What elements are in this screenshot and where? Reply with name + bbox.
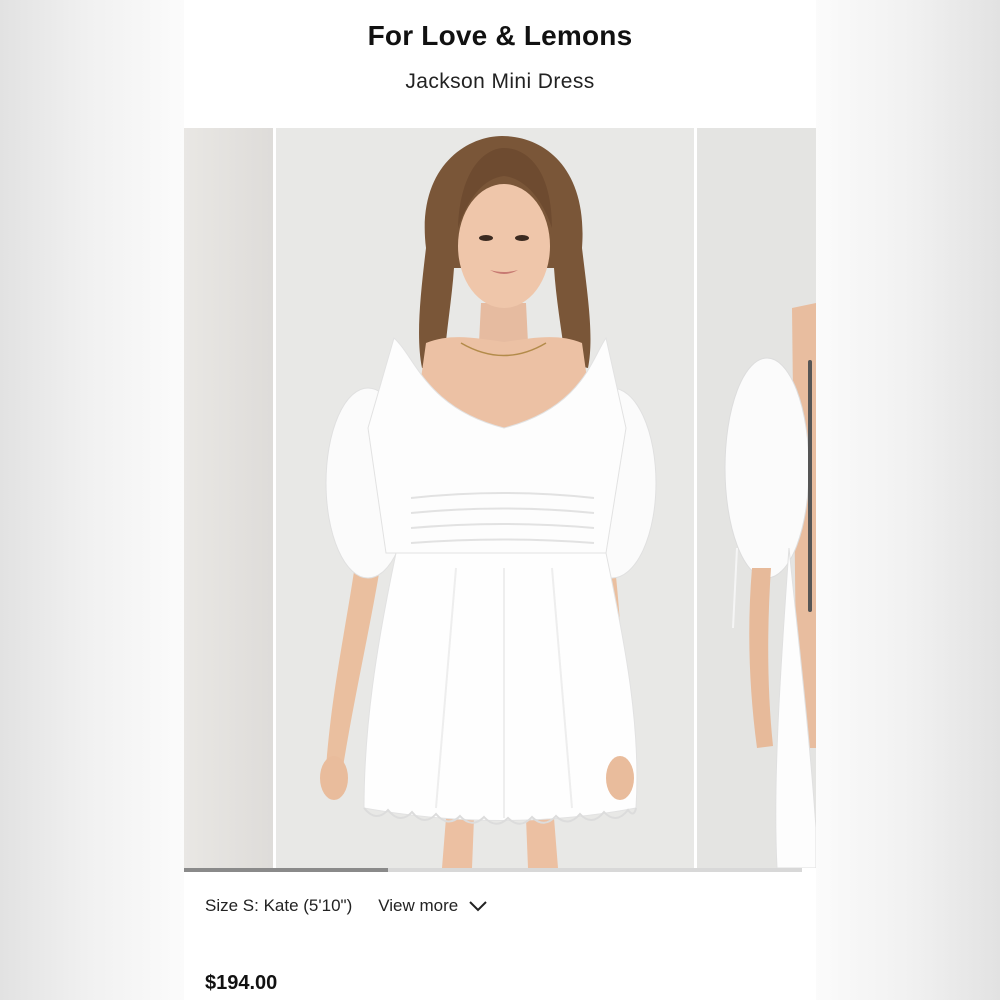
carousel-progress-fill bbox=[184, 868, 388, 872]
carousel-progress bbox=[184, 868, 802, 872]
product-title: Jackson Mini Dress bbox=[405, 70, 595, 93]
scroll-indicator[interactable] bbox=[808, 360, 812, 612]
page: For Love & Lemons Jackson Mini Dress Siz… bbox=[0, 0, 1000, 1000]
view-more-button[interactable]: View more bbox=[378, 896, 488, 916]
product-price: $194.00 bbox=[205, 972, 278, 994]
carousel-slide-active[interactable] bbox=[276, 128, 694, 868]
brand-name[interactable]: For Love & Lemons bbox=[184, 20, 816, 52]
product-photo-previous bbox=[184, 128, 273, 868]
size-info-row: Size S: Kate (5'10") View more bbox=[205, 896, 488, 916]
image-carousel[interactable] bbox=[184, 128, 816, 868]
product-photo-main bbox=[276, 128, 694, 868]
model-size-text: Size S: Kate (5'10") bbox=[205, 896, 353, 915]
product-sheet: For Love & Lemons Jackson Mini Dress Siz… bbox=[184, 0, 816, 1000]
carousel-slide-next[interactable] bbox=[697, 128, 816, 868]
view-more-label: View more bbox=[378, 896, 459, 915]
carousel-slide-previous[interactable] bbox=[184, 128, 273, 868]
product-photo-next bbox=[697, 128, 816, 868]
chevron-down-icon bbox=[469, 901, 487, 912]
